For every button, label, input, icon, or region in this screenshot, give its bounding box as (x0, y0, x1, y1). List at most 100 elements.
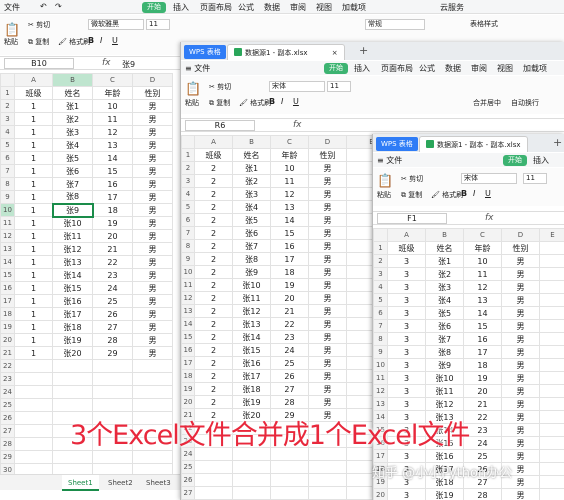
table-cell[interactable]: 18 (463, 358, 502, 372)
formula-input[interactable]: 张9 (122, 59, 135, 70)
table-cell[interactable]: 男 (308, 356, 347, 370)
table-cell[interactable]: 男 (308, 369, 347, 383)
menu-file[interactable]: ≡ 文件 (377, 155, 402, 166)
table-cell[interactable] (92, 398, 133, 412)
row-header[interactable]: 7 (181, 226, 195, 240)
table-cell[interactable] (539, 397, 564, 411)
table-cell[interactable]: 3 (387, 384, 426, 398)
table-cell[interactable]: 男 (501, 267, 540, 281)
copy-button[interactable]: ⧉ 复制 (209, 98, 230, 108)
row-header[interactable]: 2 (373, 254, 388, 268)
table-cell[interactable]: 张19 (232, 395, 271, 409)
table-cell[interactable]: 张2 (52, 112, 93, 126)
row-header[interactable]: 2 (0, 99, 15, 113)
table-cell[interactable]: 张1 (232, 161, 271, 175)
number-format-select[interactable]: 常规 (365, 19, 425, 30)
table-cell[interactable]: 3 (387, 358, 426, 372)
table-cell[interactable] (539, 319, 564, 333)
row-header[interactable]: 13 (373, 397, 388, 411)
table-cell[interactable]: 男 (132, 177, 173, 191)
table-cell[interactable]: 男 (308, 213, 347, 227)
row-header[interactable]: 26 (181, 473, 195, 487)
column-header[interactable]: A (387, 228, 426, 242)
row-header[interactable]: 18 (0, 307, 15, 321)
menu-file[interactable]: 文件 (4, 2, 20, 13)
table-cell[interactable]: 男 (308, 187, 347, 201)
column-header[interactable]: B (52, 73, 93, 87)
table-cell[interactable]: 1 (14, 138, 53, 152)
menu-addins[interactable]: 加载项 (523, 63, 547, 74)
table-cell[interactable]: 张14 (52, 268, 93, 282)
table-cell[interactable]: 男 (501, 410, 540, 424)
table-cell[interactable]: 男 (501, 397, 540, 411)
table-cell[interactable]: 男 (132, 99, 173, 113)
table-cell[interactable]: 张18 (232, 382, 271, 396)
table-cell[interactable]: 10 (270, 161, 309, 175)
table-cell[interactable] (52, 450, 93, 464)
font-size-select[interactable]: 11 (327, 81, 351, 92)
table-cell[interactable]: 15 (92, 164, 133, 178)
table-cell[interactable]: 张12 (425, 397, 464, 411)
table-cell[interactable]: 男 (501, 488, 540, 500)
table-cell[interactable]: 16 (92, 177, 133, 191)
table-cell[interactable]: 张12 (232, 304, 271, 318)
row-header[interactable]: 21 (0, 346, 15, 360)
table-cell[interactable]: 2 (194, 382, 233, 396)
column-header[interactable]: D (501, 228, 540, 242)
row-header[interactable]: 29 (0, 450, 15, 464)
sheet-tab-3[interactable]: Sheet3 (140, 475, 177, 491)
table-cell[interactable]: 张10 (232, 278, 271, 292)
table-cell[interactable]: 男 (132, 125, 173, 139)
table-cell[interactable]: 1 (14, 229, 53, 243)
copy-button[interactable]: ⧉ 复制 (28, 37, 49, 47)
table-cell[interactable]: 1 (14, 112, 53, 126)
table-cell[interactable]: 男 (501, 306, 540, 320)
table-cell[interactable]: 性别 (308, 148, 347, 162)
table-cell[interactable]: 28 (270, 395, 309, 409)
table-cell[interactable]: 张8 (232, 252, 271, 266)
table-cell[interactable]: 26 (92, 307, 133, 321)
column-header[interactable]: A (14, 73, 53, 87)
table-cell[interactable]: 男 (132, 242, 173, 256)
name-box[interactable]: F1 (377, 213, 447, 224)
table-cell[interactable]: 1 (14, 177, 53, 191)
table-cell[interactable]: 男 (308, 330, 347, 344)
table-cell[interactable]: 男 (308, 161, 347, 175)
function-icon[interactable]: fx (293, 120, 302, 130)
table-cell[interactable] (539, 410, 564, 424)
copy-button[interactable]: ⧉ 复制 (401, 190, 422, 200)
table-cell[interactable]: 张17 (52, 307, 93, 321)
table-cell[interactable]: 1 (14, 125, 53, 139)
table-cell[interactable]: 1 (14, 203, 53, 217)
row-header[interactable]: 8 (0, 177, 15, 191)
new-tab-icon[interactable]: + (359, 44, 368, 57)
table-cell[interactable]: 3 (387, 319, 426, 333)
table-cell[interactable]: 17 (270, 252, 309, 266)
table-cell[interactable] (539, 267, 564, 281)
table-cell[interactable]: 1 (14, 151, 53, 165)
table-cell[interactable]: 姓名 (52, 86, 93, 100)
row-header[interactable]: 14 (0, 255, 15, 269)
table-cell[interactable]: 张19 (52, 333, 93, 347)
table-cell[interactable]: 班级 (14, 86, 53, 100)
table-cell[interactable]: 男 (132, 281, 173, 295)
table-cell[interactable]: 23 (92, 268, 133, 282)
menu-formula[interactable]: 公式 (419, 63, 435, 74)
select-all-corner[interactable] (181, 135, 195, 149)
table-cell[interactable]: 男 (132, 229, 173, 243)
table-cell[interactable]: 2 (194, 226, 233, 240)
table-cell[interactable]: 张16 (232, 356, 271, 370)
table-cell[interactable]: 男 (132, 138, 173, 152)
table-cell[interactable]: 年龄 (463, 241, 502, 255)
table-cell[interactable] (14, 372, 53, 386)
row-header[interactable]: 10 (0, 203, 15, 217)
table-cell[interactable] (539, 254, 564, 268)
table-cell[interactable]: 男 (308, 252, 347, 266)
table-cell[interactable]: 张1 (425, 254, 464, 268)
table-cell[interactable] (539, 280, 564, 294)
row-header[interactable]: 26 (0, 411, 15, 425)
table-cell[interactable]: 16 (270, 239, 309, 253)
table-cell[interactable]: 男 (501, 293, 540, 307)
table-cell[interactable]: 10 (92, 99, 133, 113)
table-cell[interactable] (132, 450, 173, 464)
